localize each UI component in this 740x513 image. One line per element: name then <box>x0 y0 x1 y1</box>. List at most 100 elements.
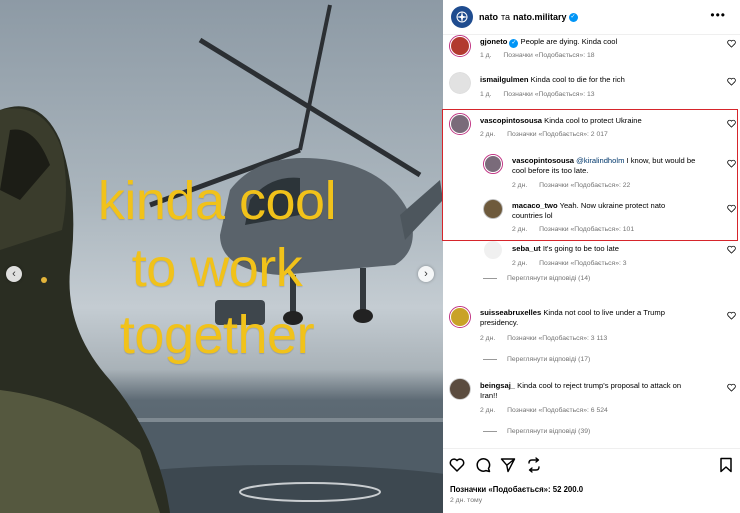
comment-bubble-icon[interactable] <box>475 457 491 473</box>
comment-likes[interactable]: Позначки «Подобається»: 2 017 <box>507 131 608 138</box>
comments-panel: nato та nato.military ✓ ••• gjoneto ✓ Peo… <box>443 0 740 513</box>
reply-text: seba_ut It's going to be too late <box>512 244 717 254</box>
comment-likes[interactable]: Позначки «Подобається»: 3 <box>539 260 626 267</box>
comment-text: ismailgulmen Kinda cool to die for the r… <box>480 75 720 85</box>
comment-username[interactable]: vascopintosousa <box>512 156 574 165</box>
comment-likes[interactable]: Позначки «Подобається»: 22 <box>539 182 630 189</box>
verified-badge-icon: ✓ <box>509 39 519 48</box>
overlay-line-1: kinda cool <box>97 171 337 231</box>
comment-username[interactable]: vascopintosousa <box>480 116 542 125</box>
comment-meta: 2 дн. Позначки «Подобається»: 3 113 <box>480 335 607 342</box>
divider <box>483 431 497 432</box>
view-replies-button[interactable]: Переглянути відповіді (14) <box>483 275 590 282</box>
avatar[interactable] <box>449 378 471 400</box>
heart-icon[interactable] <box>727 77 736 86</box>
view-replies-label: Переглянути відповіді (39) <box>507 428 591 435</box>
view-replies-label: Переглянути відповіді (14) <box>507 275 591 282</box>
comment-body: Yeah. Now ukraine protect nato <box>559 201 666 210</box>
previous-image-button[interactable]: ‹ <box>6 266 22 282</box>
comment-meta: 2 дн. Позначки «Подобається»: 6 524 <box>480 407 608 414</box>
comment-username[interactable]: gjoneto <box>480 37 507 46</box>
comment-time: 1 д. <box>480 52 492 59</box>
avatar[interactable] <box>483 199 503 219</box>
avatar[interactable] <box>483 154 503 174</box>
comment-time: 1 д. <box>480 91 492 98</box>
comment-meta: 2 дн. Позначки «Подобається»: 22 <box>512 182 630 189</box>
post-likes-count[interactable]: Позначки «Подобається»: 52 200.0 <box>450 485 583 494</box>
comment-likes[interactable]: Позначки «Подобається»: 18 <box>503 52 594 59</box>
comments-list: gjoneto ✓ People are dying. Kinda cool 1 … <box>443 35 740 448</box>
comment-time: 2 дн. <box>512 182 528 189</box>
comment-meta: 1 д. Позначки «Подобається»: 18 <box>480 52 595 59</box>
comment-body: It's going to be too late <box>542 244 620 253</box>
post-image: kinda cool to work together ‹ › <box>0 0 443 513</box>
comment-username[interactable]: seba_ut <box>512 244 541 253</box>
heart-icon[interactable] <box>727 159 736 168</box>
reply-text: macaco_two Yeah. Now ukraine protect nat… <box>512 201 717 221</box>
comment-text: gjoneto ✓ People are dying. Kinda cool <box>480 37 720 48</box>
divider <box>483 359 497 360</box>
comment-body-line2: presidency. <box>480 318 519 327</box>
heart-icon[interactable] <box>727 119 736 128</box>
comment-meta: 1 д. Позначки «Подобається»: 13 <box>480 91 595 98</box>
comment-text: beingsaj_ Kinda cool to reject trump's p… <box>480 381 725 401</box>
bookmark-icon[interactable] <box>718 457 734 473</box>
like-heart-icon[interactable] <box>449 457 465 473</box>
view-replies-label: Переглянути відповіді (17) <box>507 356 591 363</box>
account-link-nato-military[interactable]: nato.military <box>513 12 567 22</box>
comment-text: vascopintosousa Kinda cool to protect Uk… <box>480 116 720 126</box>
repost-icon[interactable] <box>526 457 542 473</box>
heart-icon[interactable] <box>727 204 736 213</box>
heart-icon[interactable] <box>727 245 736 254</box>
comment-likes[interactable]: Позначки «Подобається»: 101 <box>539 226 634 233</box>
chevron-right-icon: › <box>424 268 428 280</box>
view-replies-button[interactable]: Переглянути відповіді (17) <box>483 356 590 363</box>
mention-link[interactable]: @kiralindholm <box>576 156 624 165</box>
chevron-left-icon: ‹ <box>12 268 16 280</box>
comment-username[interactable]: beingsaj_ <box>480 381 515 390</box>
comment-meta: 2 дн. Позначки «Подобається»: 3 <box>512 260 627 267</box>
comment-likes[interactable]: Позначки «Подобається»: 3 113 <box>507 335 607 342</box>
more-options-icon[interactable]: ••• <box>710 8 726 22</box>
avatar[interactable] <box>449 306 471 328</box>
post-header: nato та nato.military ✓ ••• <box>443 0 740 34</box>
divider <box>443 448 740 449</box>
comment-likes[interactable]: Позначки «Подобається»: 13 <box>503 91 594 98</box>
heart-icon[interactable] <box>727 311 736 320</box>
comment-body: I know, but would be <box>626 156 696 165</box>
comment-time: 2 дн. <box>480 131 496 138</box>
comment-username[interactable]: ismailgulmen <box>480 75 529 84</box>
comment-meta: 2 дн. Позначки «Подобається»: 101 <box>512 226 634 233</box>
share-send-icon[interactable] <box>500 457 516 473</box>
comment-likes[interactable]: Позначки «Подобається»: 6 524 <box>507 407 608 414</box>
avatar[interactable] <box>483 240 503 260</box>
comment-body-line2: countries lol <box>512 211 553 220</box>
overlay-caption: kinda cool to work together <box>52 168 382 369</box>
heart-icon[interactable] <box>727 383 736 392</box>
divider <box>483 278 497 279</box>
account-connector: та <box>501 12 511 22</box>
comment-meta: 2 дн. Позначки «Подобається»: 2 017 <box>480 131 608 138</box>
view-replies-button[interactable]: Переглянути відповіді (39) <box>483 428 590 435</box>
overlay-line-2: to work <box>131 238 303 298</box>
comment-body-line2: cool before its too late. <box>512 166 589 175</box>
post-timestamp: 2 дн. тому <box>450 497 483 504</box>
comment-time: 2 дн. <box>480 407 496 414</box>
avatar[interactable] <box>449 72 471 94</box>
comment-body: Kinda not cool to live under a Trump <box>543 308 665 317</box>
next-image-button[interactable]: › <box>418 266 434 282</box>
account-link-nato[interactable]: nato <box>479 12 498 22</box>
reply-text: vascopintosousa @kiralindholm I know, bu… <box>512 156 717 176</box>
comment-body: Kinda cool to die for the rich <box>530 75 625 84</box>
comment-username[interactable]: suisseabruxelles <box>480 308 541 317</box>
avatar[interactable] <box>449 113 471 135</box>
overlay-line-3: together <box>119 305 315 365</box>
header-accounts: nato та nato.military ✓ <box>479 12 578 22</box>
heart-icon[interactable] <box>727 39 736 48</box>
nato-avatar[interactable] <box>451 6 473 28</box>
comment-body: People are dying. Kinda cool <box>520 37 618 46</box>
comment-body-line2: Iran!! <box>480 391 498 400</box>
avatar[interactable] <box>449 35 471 57</box>
comment-username[interactable]: macaco_two <box>512 201 558 210</box>
comment-time: 2 дн. <box>512 260 528 267</box>
